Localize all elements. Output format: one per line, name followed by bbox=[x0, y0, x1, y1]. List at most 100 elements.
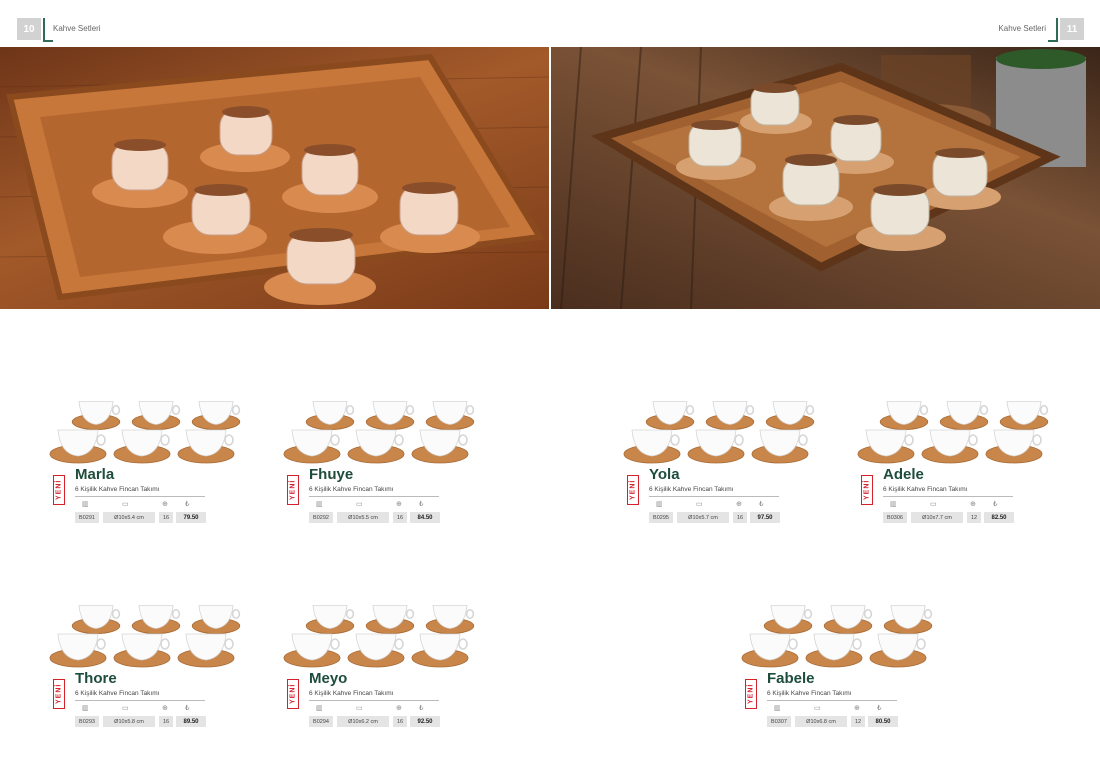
barcode-icon: ▥ bbox=[774, 705, 781, 712]
product-size: Ø10x6.8 cm bbox=[795, 716, 847, 727]
cup-handle bbox=[224, 434, 234, 446]
section-title-right: Kahve Setleri bbox=[998, 24, 1046, 33]
product-description: 6 Kişilik Kahve Fincan Takımı bbox=[309, 690, 394, 697]
lira-icon: ₺ bbox=[419, 705, 424, 712]
new-badge: YENİ bbox=[53, 475, 65, 505]
box-icon: ⊕ bbox=[396, 501, 402, 508]
cup-handle bbox=[394, 434, 404, 446]
ruler-icon: ▭ bbox=[122, 501, 129, 508]
cup-handle bbox=[96, 434, 106, 446]
spec-icons: ▥ ▭ ⊕ ₺ bbox=[883, 500, 1018, 510]
product-description: 6 Kişilik Kahve Fincan Takımı bbox=[649, 486, 734, 493]
cup-handle bbox=[745, 404, 755, 416]
product-code: B0293 bbox=[75, 716, 99, 727]
spec-icons: ▥ ▭ ⊕ ₺ bbox=[649, 500, 784, 510]
cup-handle bbox=[919, 404, 929, 416]
product-code: B0291 bbox=[75, 512, 99, 523]
product-name: Yola bbox=[649, 466, 680, 483]
product-price: 97.50 bbox=[750, 512, 780, 523]
product-price: 92.50 bbox=[410, 716, 440, 727]
ruler-icon: ▭ bbox=[356, 501, 363, 508]
box-icon: ⊕ bbox=[854, 705, 860, 712]
ruler-icon: ▭ bbox=[356, 705, 363, 712]
barcode-icon: ▥ bbox=[890, 501, 897, 508]
divider bbox=[883, 496, 1013, 497]
cup-handle bbox=[345, 404, 355, 416]
product-image bbox=[856, 378, 1056, 470]
box-quantity: 12 bbox=[851, 716, 865, 727]
spec-icons: ▥ ▭ ⊕ ₺ bbox=[309, 704, 444, 714]
cup-handle bbox=[465, 404, 475, 416]
divider bbox=[767, 700, 897, 701]
cup-handle bbox=[803, 608, 813, 620]
cup-handle bbox=[1039, 404, 1049, 416]
product-price: 82.50 bbox=[984, 512, 1014, 523]
product-image bbox=[282, 378, 482, 470]
cup-handle bbox=[916, 638, 926, 650]
cup-handle bbox=[345, 608, 355, 620]
cup-handle bbox=[458, 434, 468, 446]
barcode-icon: ▥ bbox=[316, 705, 323, 712]
product-image bbox=[622, 378, 822, 470]
product-size: Ø10x5.5 cm bbox=[337, 512, 389, 523]
cup-handle bbox=[231, 608, 241, 620]
product-code: B0307 bbox=[767, 716, 791, 727]
barcode-icon: ▥ bbox=[82, 705, 89, 712]
ruler-icon: ▭ bbox=[696, 501, 703, 508]
divider bbox=[75, 496, 205, 497]
cup-handle bbox=[798, 434, 808, 446]
cup-handle bbox=[111, 404, 121, 416]
divider bbox=[75, 700, 205, 701]
cup-handle bbox=[224, 638, 234, 650]
product-price: 80.50 bbox=[868, 716, 898, 727]
cup-handle bbox=[863, 608, 873, 620]
ruler-icon: ▭ bbox=[122, 705, 129, 712]
ruler-icon: ▭ bbox=[930, 501, 937, 508]
page-number-right: 11 bbox=[1060, 18, 1084, 40]
cup-handle bbox=[788, 638, 798, 650]
section-title-left: Kahve Setleri bbox=[53, 24, 101, 33]
product-price: 84.50 bbox=[410, 512, 440, 523]
box-quantity: 12 bbox=[967, 512, 981, 523]
box-quantity: 16 bbox=[393, 716, 407, 727]
box-quantity: 16 bbox=[393, 512, 407, 523]
box-icon: ⊕ bbox=[970, 501, 976, 508]
product-size: Ø10x5.7 cm bbox=[677, 512, 729, 523]
cup-handle bbox=[979, 404, 989, 416]
product-name: Fabele bbox=[767, 670, 815, 687]
product-price: 79.50 bbox=[176, 512, 206, 523]
cup-handle bbox=[734, 434, 744, 446]
divider bbox=[309, 700, 439, 701]
spec-icons: ▥ ▭ ⊕ ₺ bbox=[767, 704, 902, 714]
product-description: 6 Kişilik Kahve Fincan Takımı bbox=[75, 486, 160, 493]
product-name: Thore bbox=[75, 670, 117, 687]
product-image bbox=[282, 582, 482, 674]
header-bracket-left bbox=[43, 18, 53, 42]
cup-handle bbox=[330, 434, 340, 446]
cup-handle bbox=[465, 608, 475, 620]
new-badge: YENİ bbox=[861, 475, 873, 505]
product-code: B0294 bbox=[309, 716, 333, 727]
coffee-set-photo-left bbox=[0, 47, 549, 309]
product-code: B0292 bbox=[309, 512, 333, 523]
page-number-left: 10 bbox=[17, 18, 41, 40]
product-size: Ø10x6.2 cm bbox=[337, 716, 389, 727]
cup-handle bbox=[160, 434, 170, 446]
new-badge: YENİ bbox=[53, 679, 65, 709]
product-size: Ø10x5.8 cm bbox=[103, 716, 155, 727]
barcode-icon: ▥ bbox=[82, 501, 89, 508]
cup-handle bbox=[171, 608, 181, 620]
cup-handle bbox=[1032, 434, 1042, 446]
box-quantity: 16 bbox=[159, 716, 173, 727]
product-code: B0306 bbox=[883, 512, 907, 523]
product-image bbox=[48, 582, 248, 674]
product-image bbox=[48, 378, 248, 470]
cup-handle bbox=[160, 638, 170, 650]
spec-icons: ▥ ▭ ⊕ ₺ bbox=[309, 500, 444, 510]
product-name: Fhuye bbox=[309, 466, 354, 483]
coffee-set-photo-right bbox=[551, 47, 1100, 309]
product-description: 6 Kişilik Kahve Fincan Takımı bbox=[75, 690, 160, 697]
cup-handle bbox=[670, 434, 680, 446]
cup-handle bbox=[96, 638, 106, 650]
cup-handle bbox=[330, 638, 340, 650]
